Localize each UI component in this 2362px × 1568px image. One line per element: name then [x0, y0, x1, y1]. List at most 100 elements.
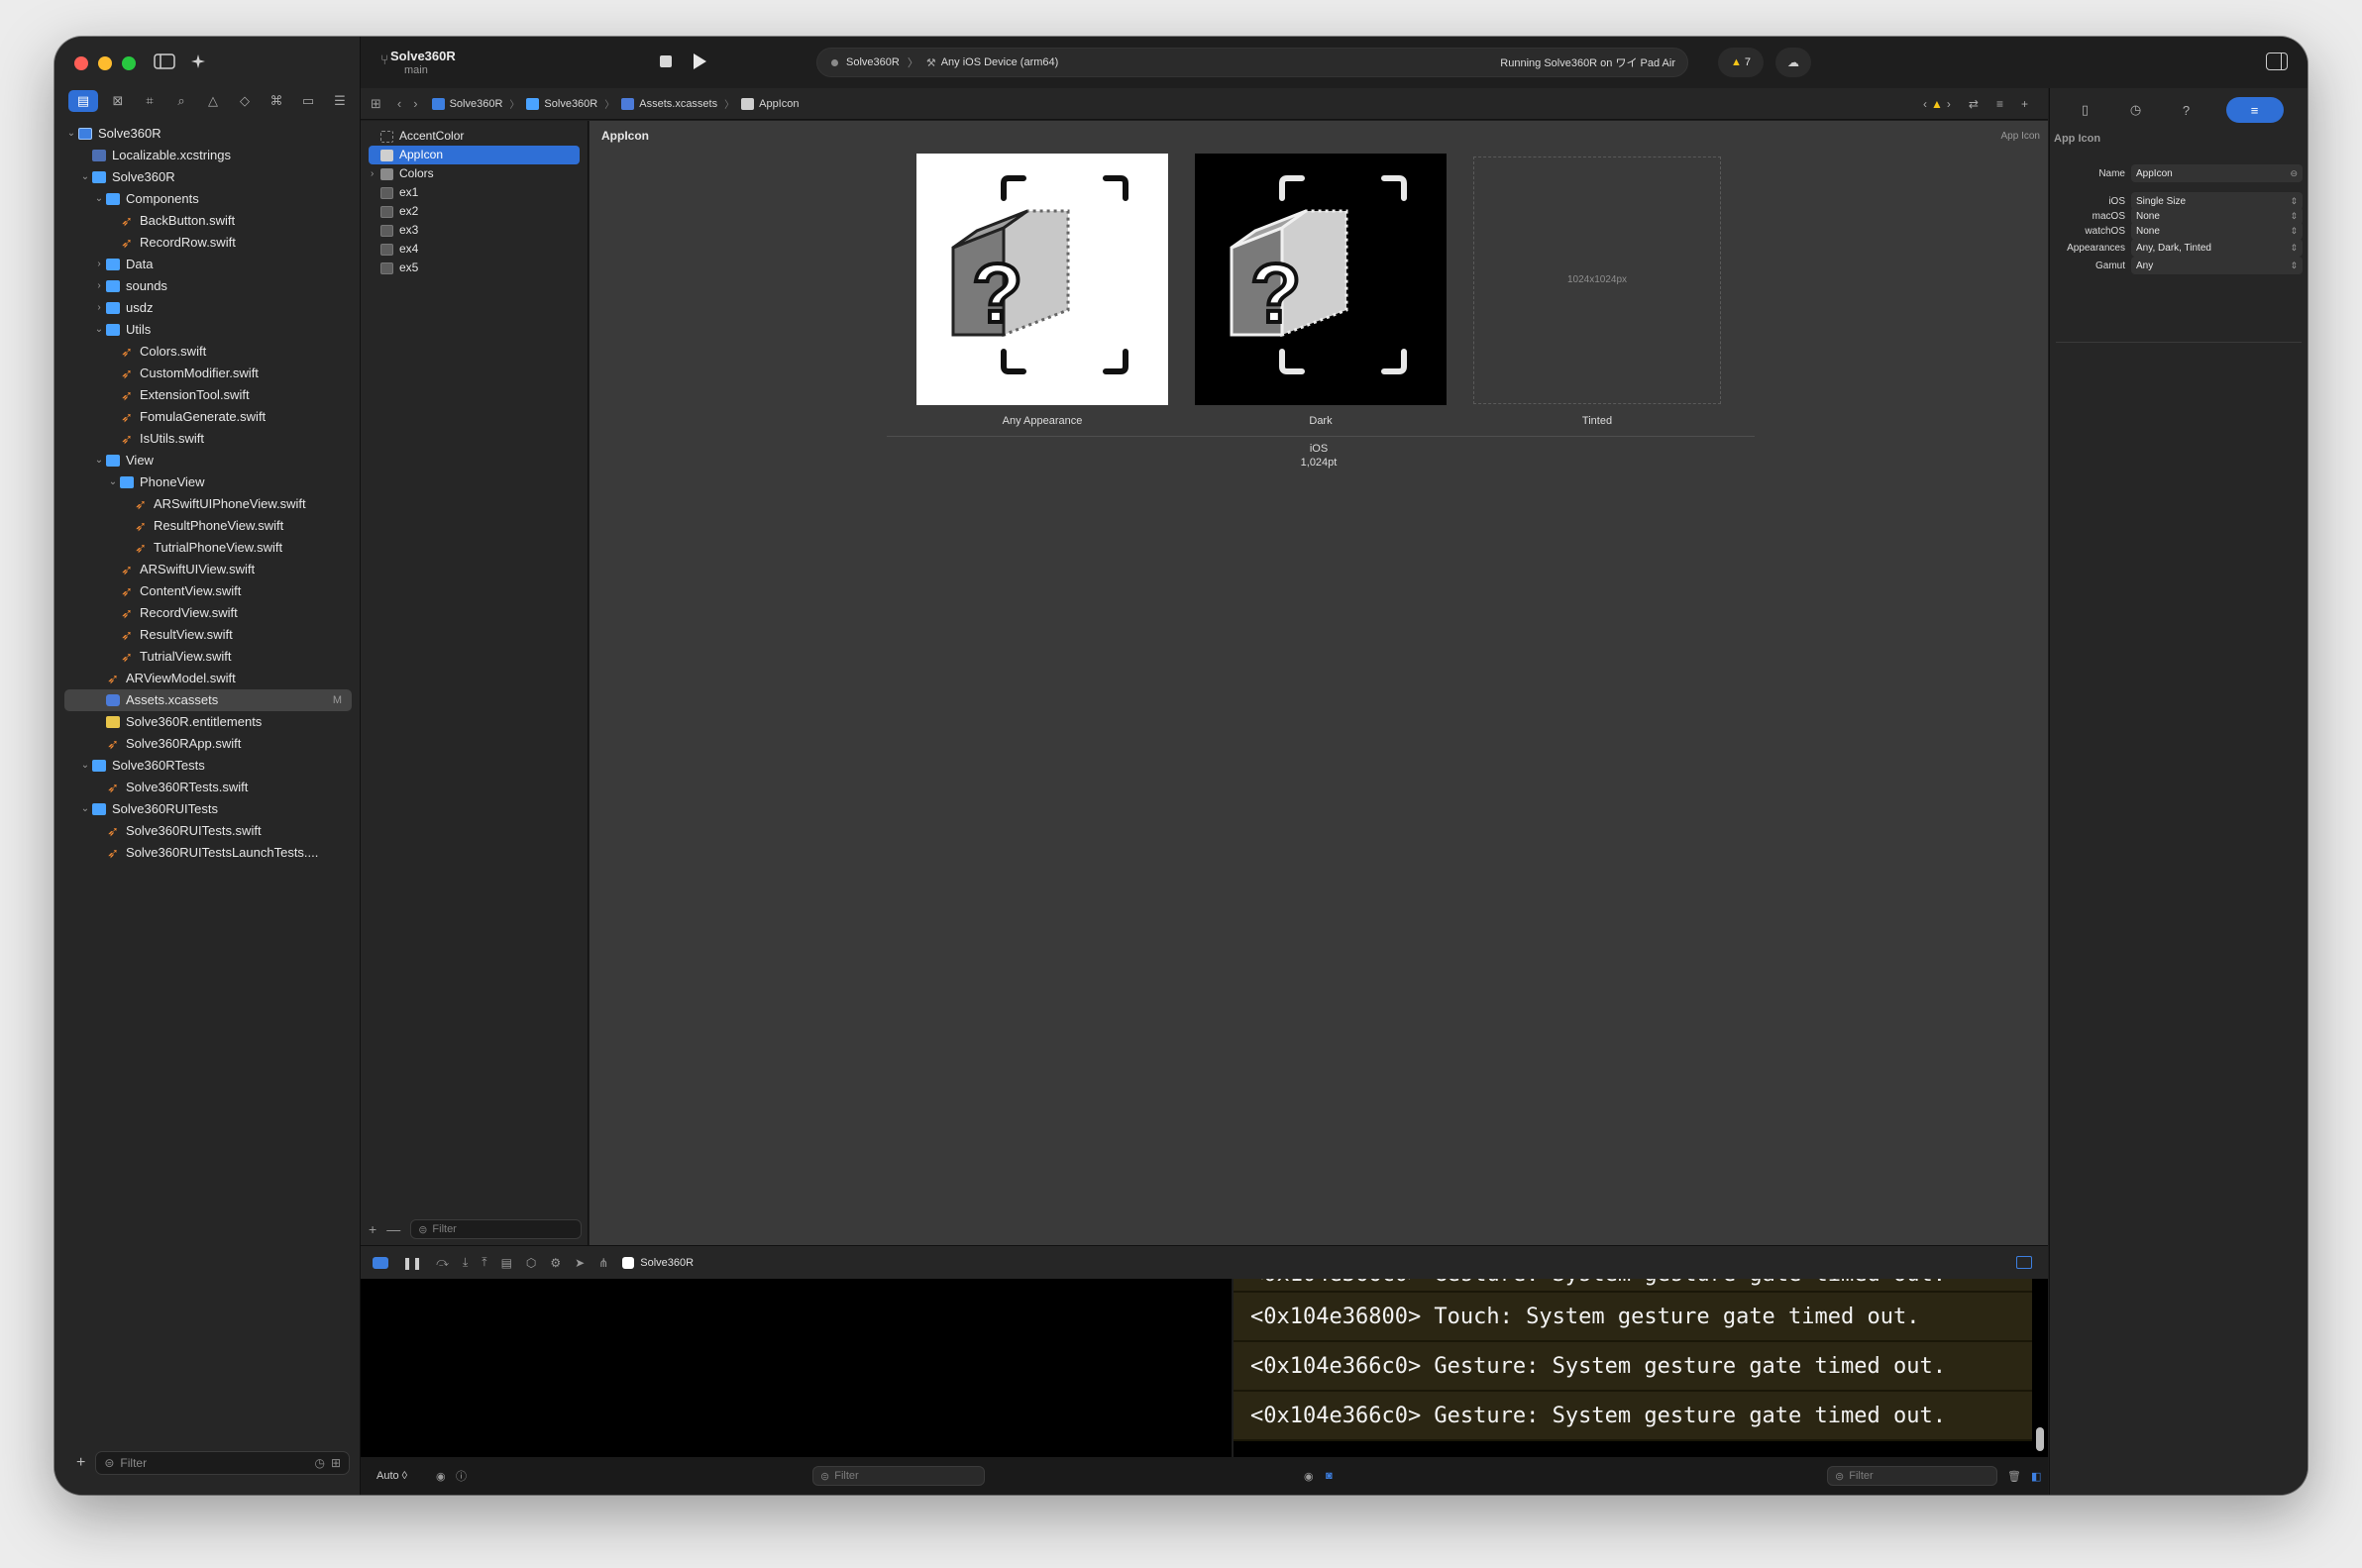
scm-filter-icon[interactable]: ⊞: [331, 1456, 341, 1470]
navigator-item[interactable]: ⌄ Utils: [64, 319, 352, 341]
navigator-item[interactable]: ⌄ Solve360RTests: [64, 755, 352, 777]
navigator-item[interactable]: ⌄ View: [64, 450, 352, 471]
test-navigator-tab-icon[interactable]: ◇: [233, 90, 257, 112]
icon-slot-dark[interactable]: ?: [1195, 154, 1447, 405]
variables-scope-selector[interactable]: Auto ◊: [376, 1470, 407, 1482]
report-navigator-tab-icon[interactable]: ☰: [328, 90, 352, 112]
navigator-item[interactable]: › sounds: [64, 275, 352, 297]
forward-icon[interactable]: ›: [413, 96, 417, 111]
add-asset-icon[interactable]: +: [369, 1221, 376, 1237]
issue-navigator-tab-icon[interactable]: △: [201, 90, 225, 112]
cloud-icon[interactable]: ☁: [1775, 48, 1811, 77]
navigator-item[interactable]: ➶ ContentView.swift: [64, 580, 352, 602]
asset-item[interactable]: ex5: [369, 259, 580, 277]
back-icon[interactable]: ‹: [397, 96, 401, 111]
pause-icon[interactable]: ❚❚: [402, 1256, 422, 1270]
view-hierarchy-icon[interactable]: ▤: [501, 1256, 512, 1270]
project-title[interactable]: Solve360R: [390, 49, 456, 63]
toggle-inspector-icon[interactable]: [2266, 52, 2288, 70]
add-editor-icon[interactable]: +: [2021, 97, 2028, 111]
navigator-item[interactable]: ⌄ Solve360R: [64, 166, 352, 188]
eye-icon[interactable]: ◉: [1304, 1470, 1314, 1483]
navigator-item[interactable]: › usdz: [64, 297, 352, 319]
console-toggle-icon[interactable]: ◙: [1326, 1470, 1333, 1482]
asset-item[interactable]: AppIcon: [369, 146, 580, 164]
bookmark-navigator-tab-icon[interactable]: ⌗: [138, 90, 161, 112]
related-items-icon[interactable]: ⊞: [371, 96, 381, 112]
navigator-item[interactable]: ➶ IsUtils.swift: [64, 428, 352, 450]
navigator-item[interactable]: › Data: [64, 254, 352, 275]
step-out-icon[interactable]: ⤒: [482, 1255, 486, 1270]
history-inspector-tab-icon[interactable]: ◷: [2125, 101, 2147, 119]
debug-navigator-tab-icon[interactable]: ⌘: [265, 90, 288, 112]
compare-icon[interactable]: ⇄: [1969, 97, 1979, 111]
navigator-item[interactable]: ⌄ Solve360RUITests: [64, 798, 352, 820]
attributes-inspector-tab-icon[interactable]: ≡: [2225, 97, 2284, 123]
add-file-icon[interactable]: +: [76, 1454, 85, 1472]
navigator-item[interactable]: ⌄ Solve360R: [64, 123, 352, 145]
icon-slot-tinted[interactable]: 1024x1024px: [1473, 157, 1721, 404]
chevron-down-icon[interactable]: ⌄: [78, 798, 92, 820]
navigator-item[interactable]: ➶ RecordView.swift: [64, 602, 352, 624]
console-scrollbar[interactable]: [2036, 1427, 2044, 1451]
recent-files-icon[interactable]: ◷: [314, 1456, 324, 1470]
chevron-right-icon[interactable]: ›: [92, 254, 106, 275]
eye-icon[interactable]: ◉: [436, 1470, 446, 1483]
chevron-down-icon[interactable]: ⌄: [92, 188, 106, 210]
console-filter-field[interactable]: ⊜ Filter: [1827, 1466, 1997, 1486]
navigator-item[interactable]: ➶ Solve360RUITestsLaunchTests....: [64, 842, 352, 864]
inspector-popup-button[interactable]: Any ⇕: [2131, 257, 2303, 274]
navigator-item[interactable]: ➶ Solve360RUITests.swift: [64, 820, 352, 842]
navigator-item[interactable]: ➶ ARSwiftUIPhoneView.swift: [64, 493, 352, 515]
zoom-window-button[interactable]: [122, 56, 136, 70]
asset-filter-field[interactable]: ⊜ Filter: [410, 1219, 582, 1239]
chevron-right-icon[interactable]: ›: [92, 297, 106, 319]
navigator-item[interactable]: ➶ FomulaGenerate.swift: [64, 406, 352, 428]
help-inspector-tab-icon[interactable]: ?: [2176, 101, 2198, 119]
asset-item[interactable]: ex4: [369, 240, 580, 259]
step-over-icon[interactable]: ⤼: [436, 1255, 449, 1270]
branch-name[interactable]: main: [404, 64, 428, 76]
source-control-navigator-tab-icon[interactable]: ⊠: [106, 90, 130, 112]
navigator-item[interactable]: ➶ BackButton.swift: [64, 210, 352, 232]
navigator-item[interactable]: ➶ ExtensionTool.swift: [64, 384, 352, 406]
navigator-item[interactable]: ➶ Colors.swift: [64, 341, 352, 363]
debug-layout-icon[interactable]: [2016, 1256, 2032, 1269]
jump-bar-file[interactable]: Assets.xcassets: [621, 97, 717, 110]
destination-selector[interactable]: Any iOS Device (arm64): [941, 56, 1059, 68]
navigator-item[interactable]: ➶ TutrialPhoneView.swift: [64, 537, 352, 559]
jump-bar-asset[interactable]: AppIcon: [741, 97, 799, 110]
ai-assistant-icon[interactable]: [189, 52, 209, 70]
chevron-down-icon[interactable]: ⌄: [64, 123, 78, 145]
editor-options-icon[interactable]: ≡: [1996, 97, 2003, 111]
navigator-item[interactable]: ⌄ Components: [64, 188, 352, 210]
navigator-item[interactable]: Solve360R.entitlements: [64, 711, 352, 733]
asset-item[interactable]: › Colors: [369, 164, 580, 183]
navigator-filter-field[interactable]: ⊜ Filter ◷ ⊞: [95, 1451, 350, 1475]
chevron-down-icon[interactable]: ⌄: [92, 450, 106, 471]
file-inspector-tab-icon[interactable]: ▯: [2075, 101, 2096, 119]
navigator-item[interactable]: ➶ ARSwiftUIView.swift: [64, 559, 352, 580]
asset-item[interactable]: AccentColor: [369, 127, 580, 146]
name-text-field[interactable]: AppIcon ⊖: [2131, 164, 2303, 182]
navigator-item[interactable]: ➶ ResultView.swift: [64, 624, 352, 646]
find-navigator-tab-icon[interactable]: ⌕: [169, 90, 193, 112]
chevron-down-icon[interactable]: ⌄: [106, 471, 120, 493]
chevron-down-icon[interactable]: ⌄: [92, 319, 106, 341]
icon-slot-any-appearance[interactable]: ?: [916, 154, 1168, 405]
navigator-item[interactable]: ➶ TutrialView.swift: [64, 646, 352, 668]
console-output[interactable]: <0x104e366c0> Gesture: System gesture ga…: [1234, 1279, 2048, 1457]
chevron-down-icon[interactable]: ⌄: [78, 755, 92, 777]
metal-capture-icon[interactable]: ⋔: [598, 1256, 608, 1270]
project-navigator-tab-icon[interactable]: ▤: [68, 90, 98, 112]
jump-bar-group[interactable]: Solve360R: [526, 97, 597, 110]
inspector-popup-button[interactable]: Any, Dark, Tinted ⇕: [2131, 239, 2303, 257]
show-variables-icon[interactable]: ◧: [2031, 1470, 2041, 1483]
run-button[interactable]: [694, 53, 706, 69]
warnings-badge[interactable]: ▲ 7: [1718, 48, 1764, 77]
navigator-item[interactable]: ⌄ PhoneView: [64, 471, 352, 493]
asset-item[interactable]: ex3: [369, 221, 580, 240]
toggle-debug-area-icon[interactable]: [373, 1256, 388, 1269]
environment-overrides-icon[interactable]: ⚙: [550, 1256, 561, 1270]
step-into-icon[interactable]: ⤓: [463, 1255, 468, 1270]
